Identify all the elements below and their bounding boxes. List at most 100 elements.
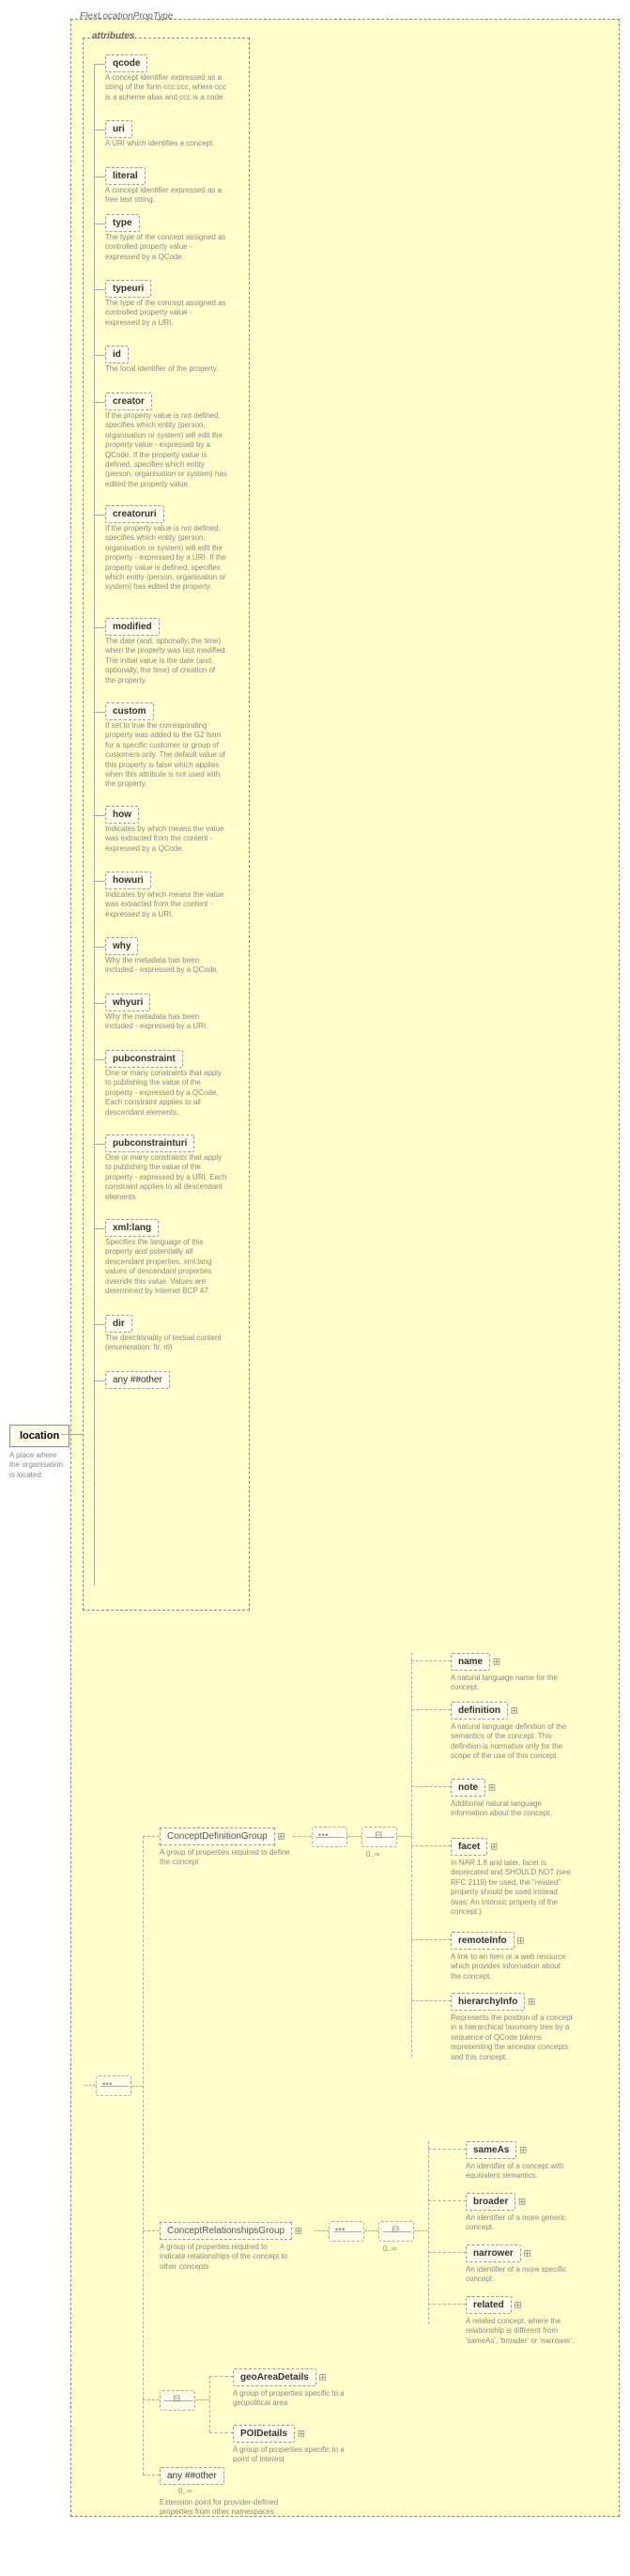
desc-note: Additional natural language information … <box>451 1799 573 1819</box>
desc-custom: If set to true the corresponding propert… <box>105 721 227 790</box>
desc-dir: The directionality of textual content (e… <box>105 1334 227 1353</box>
desc-hierarchyinfo: Represents the position of a concept in … <box>451 2013 573 2062</box>
desc-remoteinfo: A link to an item or a web resource whic… <box>451 1952 573 1982</box>
elem-broader: broader <box>466 2193 515 2211</box>
choice-crg <box>378 2221 414 2242</box>
desc-crg: A group of properties required to indica… <box>160 2243 291 2272</box>
line <box>143 2230 160 2231</box>
attr-whyuri: whyuri <box>105 994 150 1011</box>
line <box>411 1845 451 1846</box>
desc-how: Indicates by which means the value was e… <box>105 825 227 854</box>
attr-literal: literal <box>105 167 146 185</box>
desc-creatoruri: If the property value is not defined, sp… <box>105 524 227 593</box>
attr-pubconstraint: pubconstraint <box>105 1050 183 1068</box>
desc-narrower: An identifier of a more specific concept… <box>466 2265 588 2285</box>
desc-qcode: A concept identifier expressed as a stri… <box>105 73 227 102</box>
desc-creator: If the property value is not defined, sp… <box>105 411 227 489</box>
elem-remoteinfo: remoteInfo <box>451 1932 515 1950</box>
line <box>94 515 105 516</box>
line <box>94 1059 105 1060</box>
line <box>293 1836 312 1837</box>
desc-definition: A natural language definition of the sem… <box>451 1722 573 1762</box>
attr-qcode: qcode <box>105 54 147 72</box>
attr-creator: creator <box>105 393 152 410</box>
desc-anyother: Extension point for provider-defined pro… <box>160 2498 282 2518</box>
line <box>94 355 105 356</box>
line <box>94 64 105 65</box>
attr-xmllang: xml:lang <box>105 1219 159 1237</box>
type-title: FlexLocationPropType <box>80 11 173 22</box>
line <box>94 1003 105 1004</box>
desc-typeuri: The type of the concept assigned as cont… <box>105 299 227 328</box>
desc-sameas: An identifier of a concept with equivale… <box>466 2162 588 2182</box>
line <box>94 64 95 1585</box>
desc-uri: A URI which identifies a concept. <box>105 139 227 148</box>
desc-type: The type of the concept assigned as cont… <box>105 233 227 262</box>
line <box>94 627 105 628</box>
line <box>94 881 105 882</box>
desc-whyuri: Why the metadata has been included - exp… <box>105 1012 227 1032</box>
attr-howuri: howuri <box>105 872 151 889</box>
elem-geoareadetails: geoAreaDetails <box>233 2368 316 2386</box>
line <box>364 2230 378 2231</box>
line <box>209 2376 233 2377</box>
desc-geo: A group of properties specific to a geop… <box>233 2389 355 2409</box>
desc-facet: In NAR 1.8 and later, facet is deprecate… <box>451 1859 573 1917</box>
attr-anyother: any ##other <box>105 1371 170 1389</box>
line <box>411 1709 451 1710</box>
desc-xmllang: Specifies the language of this property … <box>105 1238 227 1296</box>
line <box>428 2200 466 2201</box>
line <box>94 947 105 948</box>
line <box>195 2399 209 2400</box>
elem-note: note <box>451 1779 485 1797</box>
attr-uri: uri <box>105 120 132 138</box>
line <box>428 2141 429 2324</box>
card: 0..∞ <box>383 2244 397 2253</box>
line <box>94 1144 105 1145</box>
choice-cdg <box>361 1827 397 1847</box>
desc-cdg: A group of properties required to define… <box>160 1848 291 1868</box>
line <box>94 1228 105 1229</box>
seq-cdg <box>312 1827 347 1847</box>
desc-pubconstrainturi: One or many constraints that apply to pu… <box>105 1153 227 1202</box>
line <box>411 1786 451 1787</box>
elem-definition: definition <box>451 1702 508 1720</box>
line <box>94 815 105 816</box>
attr-typeuri: typeuri <box>105 280 151 298</box>
attr-dir: dir <box>105 1315 132 1333</box>
attr-custom: custom <box>105 702 154 720</box>
line <box>143 1836 160 1837</box>
line <box>85 2085 96 2086</box>
line <box>94 289 105 290</box>
line <box>397 1836 411 1837</box>
desc-location: A place where the organisation is locate… <box>9 1451 66 1480</box>
attributes-label: attributes <box>92 31 135 41</box>
desc-literal: A concept identifier expressed as a free… <box>105 186 227 206</box>
line <box>315 2230 329 2231</box>
elem-poidetails: POIDetails <box>233 2425 295 2443</box>
line <box>143 2399 160 2400</box>
elem-sameas: sameAs <box>466 2141 516 2159</box>
attr-pubconstrainturi: pubconstrainturi <box>105 1134 194 1152</box>
elem-narrower: narrower <box>466 2244 521 2262</box>
attr-creatoruri: creatoruri <box>105 505 164 523</box>
desc-why: Why the metadata has been included - exp… <box>105 956 227 976</box>
line <box>411 1653 412 2057</box>
desc-broader: An identifier of a more generic concept. <box>466 2214 588 2233</box>
choice-geopoi <box>160 2390 195 2411</box>
desc-modified: The date (and, optionally, the time) whe… <box>105 637 227 686</box>
elem-hierarchyinfo: hierarchyInfo <box>451 1993 525 2011</box>
desc-poi: A group of properties specific to a poin… <box>233 2445 355 2465</box>
desc-pubconstraint: One or many constraints that apply to pu… <box>105 1069 227 1118</box>
line <box>131 2086 143 2087</box>
line <box>428 2252 466 2253</box>
group-conceptdefinition: ConceptDefinitionGroup <box>160 1828 275 1845</box>
desc-name: A natural language name for the concept. <box>451 1674 573 1693</box>
elem-facet: facet <box>451 1838 487 1856</box>
card: 0..∞ <box>178 2487 192 2495</box>
elem-name: name <box>451 1653 490 1671</box>
card: 0..∞ <box>366 1850 380 1859</box>
line <box>411 2000 451 2001</box>
desc-id: The local identifier of the property. <box>105 364 227 374</box>
line <box>209 2376 210 2432</box>
